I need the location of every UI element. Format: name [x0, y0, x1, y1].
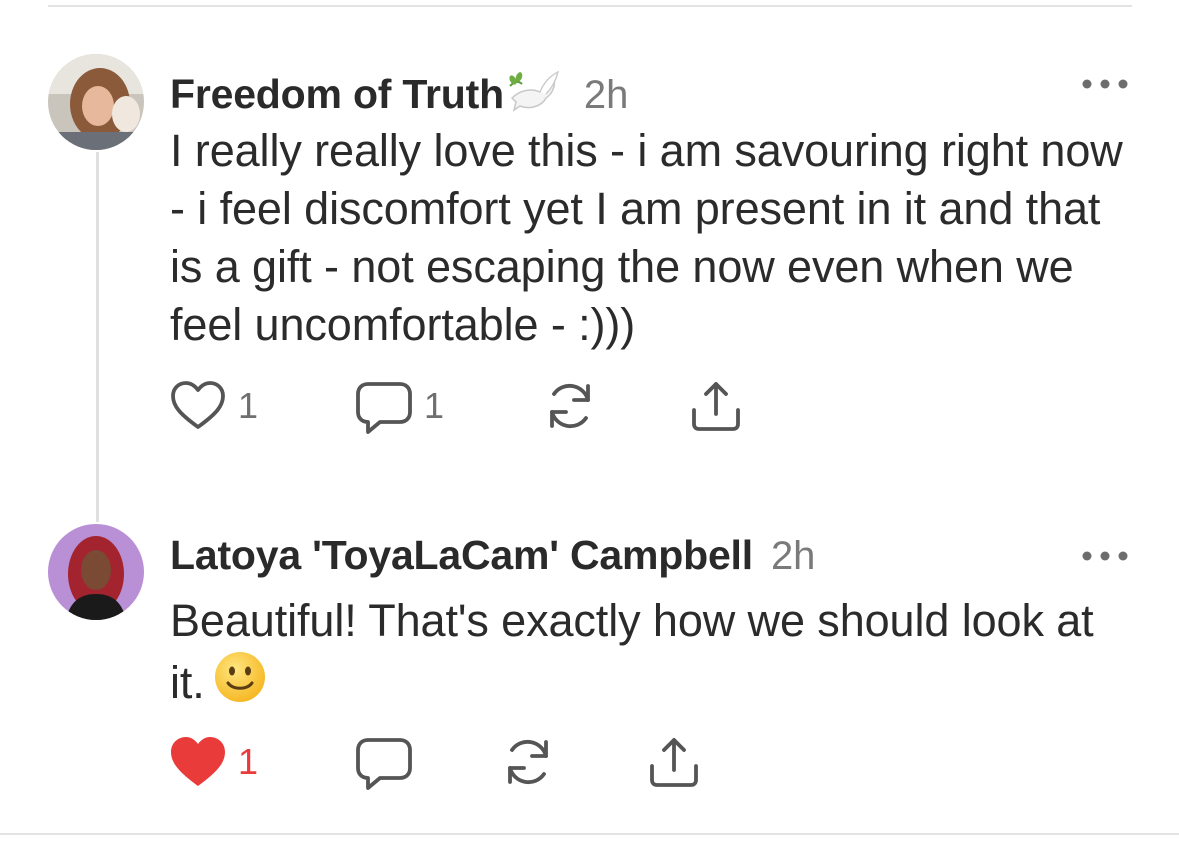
more-options-button[interactable]: [1081, 76, 1129, 96]
share-icon: [650, 738, 698, 787]
heart-icon: [171, 381, 225, 429]
top-divider: [48, 5, 1132, 7]
reply-button[interactable]: 1: [354, 376, 444, 436]
refresh-icon: [508, 739, 548, 785]
comment-body: Beautiful! That's exactly how we should …: [170, 592, 1140, 712]
refresh-icon: [550, 383, 590, 429]
share-button[interactable]: [644, 732, 704, 792]
share-button[interactable]: [686, 376, 746, 436]
avatar[interactable]: [48, 54, 144, 150]
ellipsis-icon: [1082, 79, 1128, 89]
dove-icon: [506, 68, 562, 116]
comment-bubble-icon: [356, 738, 412, 790]
timestamp: 2h: [770, 534, 816, 578]
more-options-button[interactable]: [1081, 548, 1129, 568]
avatar[interactable]: [48, 524, 144, 620]
bottom-divider: [0, 833, 1179, 835]
thread-connector-line: [96, 152, 99, 522]
restack-button[interactable]: [498, 732, 558, 792]
comment-bubble-icon: [356, 382, 412, 434]
comment-header: Freedom of Truth 2h: [170, 60, 628, 118]
comment-text: Beautiful! That's exactly how we should …: [170, 595, 1094, 708]
author-name[interactable]: Freedom of Truth: [170, 71, 504, 118]
reply-button[interactable]: [354, 732, 414, 792]
comment-body: I really really love this - i am savouri…: [170, 125, 1123, 350]
comment-header: Latoya 'ToyaLaCam' Campbell 2h: [170, 532, 815, 579]
like-count: 1: [238, 385, 259, 426]
reply-count: 1: [424, 385, 445, 426]
restack-button[interactable]: [540, 376, 600, 436]
like-button[interactable]: 1: [168, 732, 258, 792]
smiling-face-emoji-icon: [213, 650, 267, 704]
like-count: 1: [238, 741, 259, 782]
share-icon: [692, 382, 740, 431]
like-button[interactable]: 1: [168, 376, 258, 436]
ellipsis-icon: [1082, 551, 1128, 561]
timestamp: 2h: [583, 73, 629, 117]
author-name[interactable]: Latoya 'ToyaLaCam' Campbell: [170, 532, 753, 579]
heart-filled-icon: [171, 737, 225, 786]
